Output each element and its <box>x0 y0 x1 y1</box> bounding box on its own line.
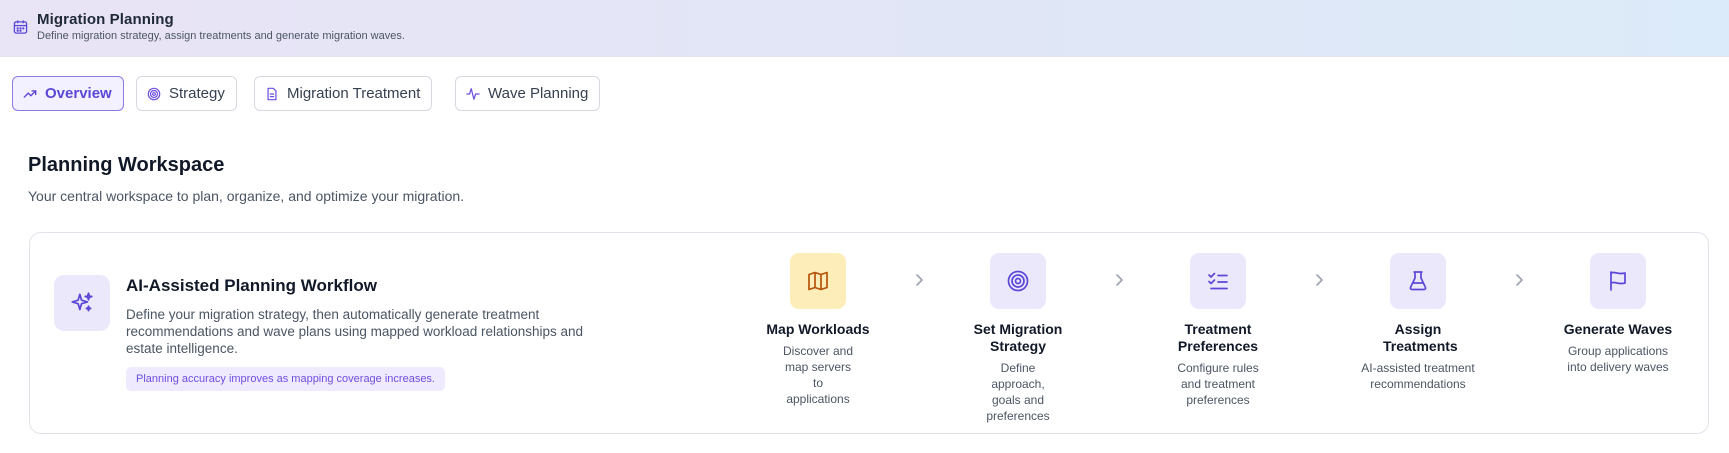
step-description: Configure rules and treatment preference… <box>1177 361 1259 407</box>
page-subtitle: Define migration strategy, assign treatm… <box>37 30 405 42</box>
target-icon <box>1007 270 1029 292</box>
workflow-card: AI-Assisted Planning Workflow Define you… <box>29 232 1709 434</box>
flag-icon <box>1610 271 1626 291</box>
sparkles-icon <box>71 292 93 312</box>
workspace-description: Your central workspace to plan, organize… <box>28 188 465 204</box>
step-icon-box <box>790 253 846 309</box>
tab-migration-treatment[interactable]: Migration Treatment <box>254 76 433 111</box>
tab-label: Overview <box>45 85 112 102</box>
step-title: Map Workloads <box>766 321 870 337</box>
flask-icon <box>1409 271 1427 291</box>
chevron-right-icon <box>1116 274 1123 286</box>
step-title: Generate Waves <box>1563 321 1673 337</box>
tab-label: Strategy <box>169 85 225 102</box>
chevron-right-icon <box>1516 274 1523 286</box>
coverage-note-badge: Planning accuracy improves as mapping co… <box>126 367 445 391</box>
workflow-step-treatment-preferences: Treatment Preferences Configure rules an… <box>1143 253 1293 408</box>
page-header: Migration Planning Define migration stra… <box>0 0 1729 57</box>
tab-strategy[interactable]: Strategy <box>136 76 237 111</box>
step-title: Set Migration Strategy <box>973 321 1063 354</box>
workflow-step-assign-treatments: Assign Treatments AI-assisted treatment … <box>1343 253 1493 392</box>
target-icon <box>147 87 161 100</box>
file-icon <box>267 87 277 100</box>
tab-wave-planning[interactable]: Wave Planning <box>455 76 601 111</box>
tab-label: Wave Planning <box>488 85 589 102</box>
step-title: Assign Treatments <box>1383 321 1458 354</box>
tab-overview[interactable]: Overview <box>12 76 124 111</box>
calendar-icon <box>13 20 28 34</box>
step-icon-box <box>1390 253 1446 309</box>
chevron-right-icon <box>916 274 923 286</box>
workflow-description: Define your migration strategy, then aut… <box>126 307 584 356</box>
sparkles-icon-box <box>54 275 110 331</box>
map-icon <box>808 271 828 291</box>
page-title: Migration Planning <box>37 11 174 28</box>
trending-up-icon <box>23 89 37 98</box>
workflow-step-map-workloads: Map Workloads Discover and map servers t… <box>743 253 893 407</box>
tab-label: Migration Treatment <box>287 85 421 102</box>
list-checks-icon <box>1208 272 1228 290</box>
workflow-title: AI-Assisted Planning Workflow <box>126 276 377 295</box>
workspace-title: Planning Workspace <box>28 154 225 176</box>
step-icon-box <box>1590 253 1646 309</box>
step-icon-box <box>1190 253 1246 309</box>
step-title: Treatment Preferences <box>1177 321 1259 354</box>
step-description: Group applications into delivery waves <box>1567 344 1669 374</box>
step-description: Discover and map servers to applications <box>782 344 854 406</box>
step-description: Define approach, goals and preferences <box>986 361 1050 423</box>
workflow-step-generate-waves: Generate Waves Group applications into d… <box>1543 253 1693 375</box>
step-icon-box <box>990 253 1046 309</box>
activity-icon <box>466 87 480 100</box>
workflow-step-set-strategy: Set Migration Strategy Define approach, … <box>943 253 1093 424</box>
chevron-right-icon <box>1316 274 1323 286</box>
step-description: AI-assisted treatment recommendations <box>1361 361 1475 391</box>
